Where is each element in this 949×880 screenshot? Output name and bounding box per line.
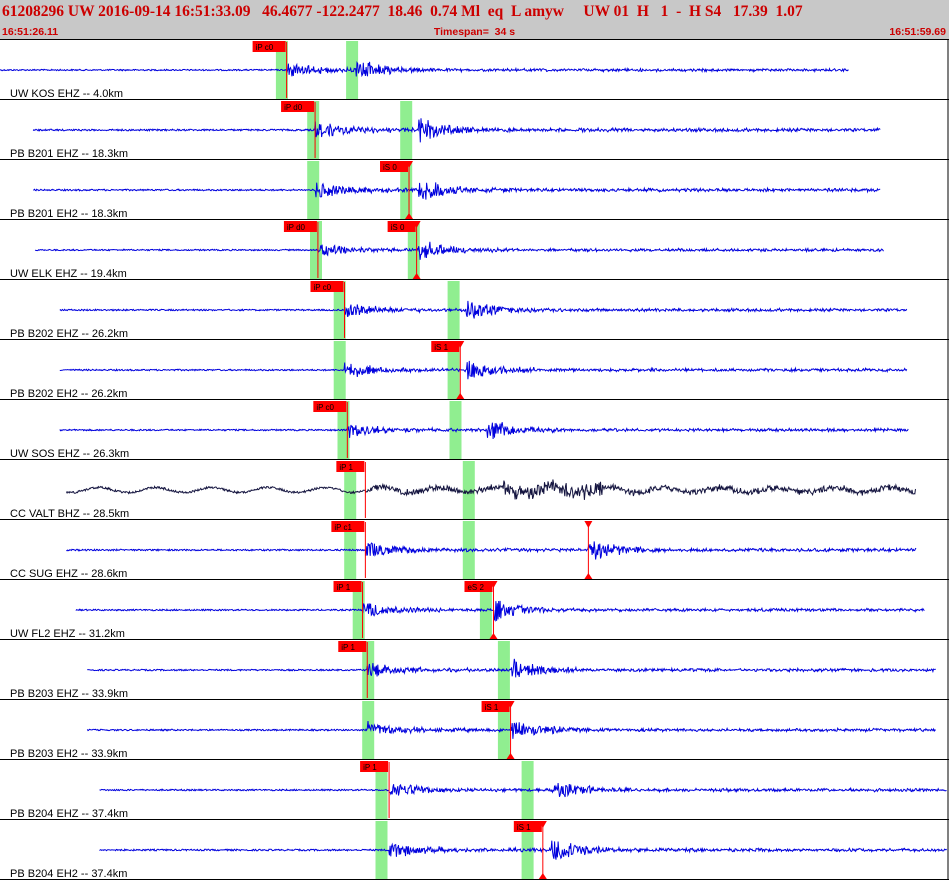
pick-label: iS 1 [517,823,531,832]
trace-row[interactable]: iP c0 PB B202 EHZ -- 26.2km [0,281,949,340]
trace-row[interactable]: iP 1 CC VALT BHZ -- 28.5km [0,461,949,520]
pick-label: iP c1 [334,523,352,532]
waveform [59,422,909,440]
pick-marker-top [584,521,593,528]
waveform [75,600,925,622]
trace-row[interactable]: iP 1 PB B203 EHZ -- 33.9km [0,641,949,700]
pick-label: iS 0 [383,163,397,172]
trace-row[interactable]: iS 0 PB B201 EH2 -- 18.3km [0,161,949,220]
pick-label: iS 0 [391,223,405,232]
time-window [362,701,375,760]
pick-label: iP d0 [284,103,303,112]
pick-marker-bottom [584,573,593,579]
pick-label: iP c0 [313,283,331,292]
trace-row[interactable]: iP c0 UW KOS EHZ -- 4.0km [0,41,949,100]
waveform [34,241,884,260]
trace-label: UW FL2 EHZ -- 31.2km [10,628,125,640]
pick-label: iP 1 [341,643,355,652]
trace-label: UW ELK EHZ -- 19.4km [10,268,127,280]
pick-label: eS 2 [467,583,484,592]
pick-label: iS 1 [434,343,448,352]
trace-label: UW SOS EHZ -- 26.3km [10,448,129,460]
waveform [32,118,881,143]
trace-row[interactable]: iP c0 UW SOS EHZ -- 26.3km [0,401,949,460]
pick-label: iP 1 [339,463,353,472]
waveform [0,61,849,78]
trace-row[interactable]: iS 1 PB B204 EH2 -- 37.4km [0,821,949,880]
end-time: 16:51:59.69 [889,26,946,38]
trace-label: PB B202 EH2 -- 26.2km [10,388,127,400]
waveform [33,182,881,200]
pick-label: iP c0 [256,43,274,52]
seismogram-panel[interactable]: iP c0 UW KOS EHZ -- 4.0km iP d0 PB B201 EHZ… [0,40,949,880]
trace-label: UW KOS EHZ -- 4.0km [10,88,123,100]
trace-label: CC SUG EHZ -- 28.6km [10,568,127,580]
trace-row[interactable]: iP 1 PB B204 EHZ -- 37.4km [0,761,949,820]
trace-row[interactable]: iS 1 PB B203 EH2 -- 33.9km [0,701,949,760]
pick-label: iP d0 [287,223,306,232]
event-header: 61208296 UW 2016-09-14 16:51:33.09 46.46… [0,0,949,40]
pick-label: iS 1 [485,703,499,712]
trace-label: PB B204 EH2 -- 37.4km [10,868,127,880]
trace-label: PB B203 EH2 -- 33.9km [10,748,127,760]
trace-row[interactable]: iP d0 PB B201 EHZ -- 18.3km [0,101,949,160]
trace-label: PB B201 EHZ -- 18.3km [10,148,128,160]
pick-label: iP c0 [316,403,334,412]
trace-row[interactable]: iP c1 CC SUG EHZ -- 28.6km [0,521,949,580]
trace-label: PB B203 EHZ -- 33.9km [10,688,128,700]
pick-marker-bottom [538,873,547,879]
waveform [66,541,917,560]
trace-row[interactable]: iS 1 PB B202 EH2 -- 26.2km [0,341,949,400]
waveform [59,300,908,319]
trace-label: CC VALT BHZ -- 28.5km [10,508,129,520]
trace-label: PB B201 EH2 -- 18.3km [10,208,127,220]
waveform [87,658,936,678]
waveform [65,479,916,500]
pick-label: iP 1 [337,583,351,592]
trace-row[interactable]: iP 1 eS 2 UW FL2 EHZ -- 31.2km [0,581,949,640]
waveform [59,360,908,380]
pick-label: iP 1 [363,763,377,772]
trace-label: PB B202 EHZ -- 26.2km [10,328,128,340]
waveform [86,721,936,739]
trace-label: PB B204 EHZ -- 37.4km [10,808,128,820]
timespan-label: Timespan= 34 s [433,26,516,38]
trace-row[interactable]: iP d0 iS 0 UW ELK EHZ -- 19.4km [0,221,949,280]
event-title: 61208296 UW 2016-09-14 16:51:33.09 46.46… [2,3,803,20]
